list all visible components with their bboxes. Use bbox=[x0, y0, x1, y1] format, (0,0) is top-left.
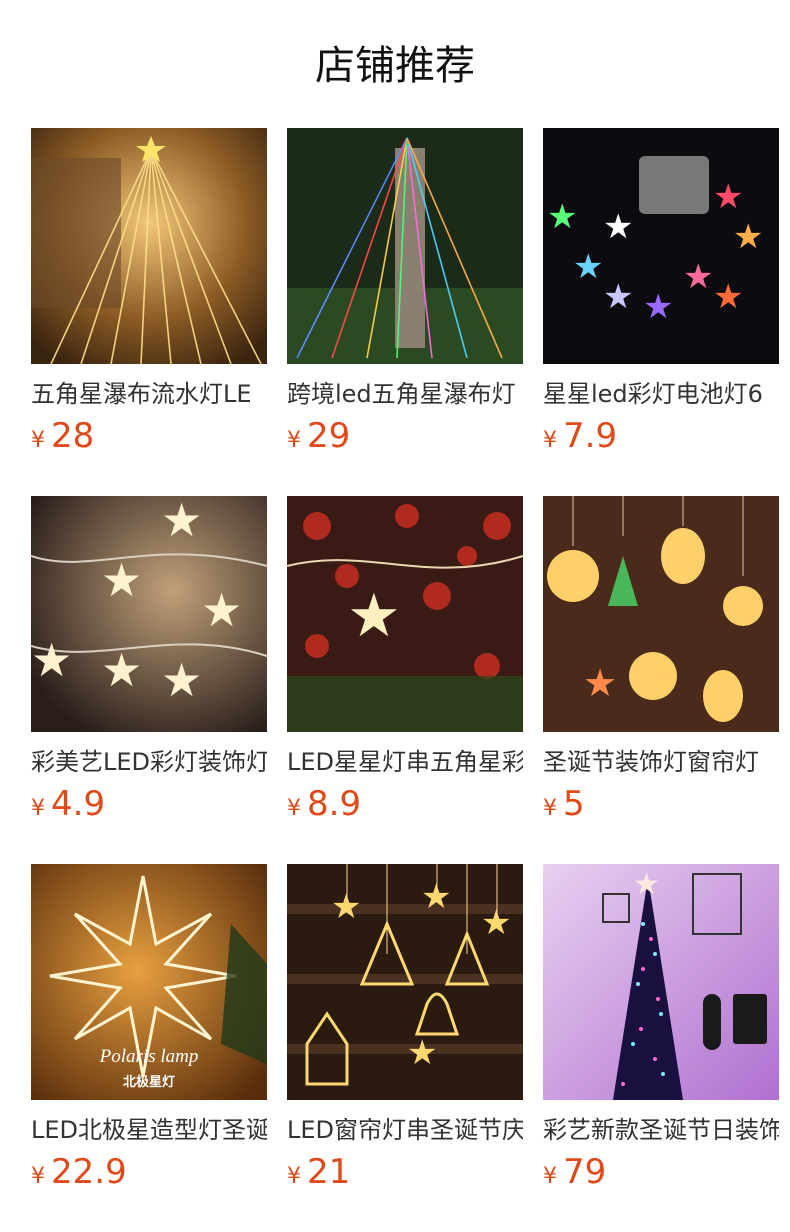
product-name[interactable]: LED北极星造型灯圣诞 bbox=[31, 1114, 267, 1146]
product-name[interactable]: LED窗帘灯串圣诞节庆 bbox=[287, 1114, 523, 1146]
product-price: ¥28 bbox=[31, 416, 267, 456]
product-card[interactable]: Polaris lamp 北极星灯 LED北极星造型灯圣诞 ¥22.9 bbox=[31, 864, 267, 1192]
image-caption: Polaris lamp bbox=[99, 1046, 199, 1067]
price-value: 28 bbox=[51, 416, 95, 456]
product-card[interactable]: ★ ★ ★ ★ LED窗帘灯串圣诞节庆 ¥21 bbox=[287, 864, 523, 1192]
svg-text:★: ★ bbox=[31, 633, 72, 687]
svg-text:★: ★ bbox=[101, 643, 142, 697]
product-name[interactable]: 彩艺新款圣诞节日装饰 bbox=[543, 1114, 779, 1146]
currency-symbol: ¥ bbox=[287, 428, 301, 453]
product-name[interactable]: LED星星灯串五角星彩 bbox=[287, 746, 523, 778]
svg-text:★: ★ bbox=[713, 177, 743, 217]
currency-symbol: ¥ bbox=[31, 428, 45, 453]
svg-text:★: ★ bbox=[331, 887, 361, 927]
product-image[interactable]: ★ bbox=[543, 864, 779, 1100]
svg-text:★: ★ bbox=[407, 1033, 437, 1073]
price-value: 22.9 bbox=[51, 1152, 127, 1192]
currency-symbol: ¥ bbox=[543, 796, 557, 821]
svg-text:★: ★ bbox=[643, 287, 673, 327]
product-image[interactable] bbox=[287, 128, 523, 364]
product-card[interactable]: ★ 圣诞节装饰灯窗帘灯 ¥5 bbox=[543, 496, 779, 824]
product-card[interactable]: ★ ★ ★ ★ ★ ★ ★ ★ ★ 星星led彩灯电池灯6 ¥7.9 bbox=[543, 128, 779, 456]
svg-text:★: ★ bbox=[481, 903, 511, 943]
product-card[interactable]: ★ ★ ★ ★ ★ ★ 彩美艺LED彩灯装饰灯 ¥4.9 bbox=[31, 496, 267, 824]
svg-text:★: ★ bbox=[547, 197, 577, 237]
product-name[interactable]: 五角星瀑布流水灯LE bbox=[31, 378, 267, 410]
product-price: ¥21 bbox=[287, 1152, 523, 1192]
price-value: 29 bbox=[307, 416, 351, 456]
product-image[interactable]: ★ bbox=[543, 496, 779, 732]
svg-text:★: ★ bbox=[161, 496, 202, 547]
product-price: ¥8.9 bbox=[287, 784, 523, 824]
product-price: ¥79 bbox=[543, 1152, 779, 1192]
price-value: 5 bbox=[563, 784, 585, 824]
currency-symbol: ¥ bbox=[31, 1164, 45, 1189]
product-price: ¥22.9 bbox=[31, 1152, 267, 1192]
svg-text:★: ★ bbox=[603, 277, 633, 317]
product-image[interactable]: ★ ★ ★ ★ bbox=[287, 864, 523, 1100]
currency-symbol: ¥ bbox=[287, 1164, 301, 1189]
product-name[interactable]: 跨境led五角星瀑布灯 bbox=[287, 378, 523, 410]
product-card[interactable]: 跨境led五角星瀑布灯 ¥29 bbox=[287, 128, 523, 456]
product-name[interactable]: 彩美艺LED彩灯装饰灯 bbox=[31, 746, 267, 778]
product-card[interactable]: ★ LED星星灯串五角星彩 ¥8.9 bbox=[287, 496, 523, 824]
product-name[interactable]: 星星led彩灯电池灯6 bbox=[543, 378, 779, 410]
svg-text:★: ★ bbox=[573, 247, 603, 287]
product-card[interactable]: ★ 彩艺新款圣诞节日装饰 ¥79 bbox=[543, 864, 779, 1192]
product-image[interactable]: Polaris lamp 北极星灯 bbox=[31, 864, 267, 1100]
svg-text:★: ★ bbox=[583, 661, 617, 705]
svg-text:★: ★ bbox=[347, 581, 401, 651]
svg-text:★: ★ bbox=[713, 277, 743, 317]
page-title: 店铺推荐 bbox=[315, 43, 475, 89]
svg-text:★: ★ bbox=[161, 653, 202, 707]
image-caption: 北极星灯 bbox=[123, 1074, 175, 1090]
price-value: 7.9 bbox=[563, 416, 618, 456]
svg-text:★: ★ bbox=[101, 553, 142, 607]
svg-text:★: ★ bbox=[201, 583, 242, 637]
price-value: 79 bbox=[563, 1152, 607, 1192]
product-image[interactable]: ★ ★ ★ ★ ★ ★ bbox=[31, 496, 267, 732]
price-value: 4.9 bbox=[51, 784, 106, 824]
svg-text:★: ★ bbox=[733, 217, 763, 257]
price-value: 21 bbox=[307, 1152, 351, 1192]
product-card[interactable]: 五角星瀑布流水灯LE ¥28 bbox=[31, 128, 267, 456]
currency-symbol: ¥ bbox=[543, 1164, 557, 1189]
svg-text:★: ★ bbox=[421, 877, 451, 917]
product-name[interactable]: 圣诞节装饰灯窗帘灯 bbox=[543, 746, 779, 778]
product-price: ¥29 bbox=[287, 416, 523, 456]
product-image[interactable]: ★ ★ ★ ★ ★ ★ ★ ★ ★ bbox=[543, 128, 779, 364]
currency-symbol: ¥ bbox=[287, 796, 301, 821]
product-price: ¥5 bbox=[543, 784, 779, 824]
svg-text:★: ★ bbox=[683, 257, 713, 297]
product-price: ¥7.9 bbox=[543, 416, 779, 456]
product-image[interactable] bbox=[31, 128, 267, 364]
product-image[interactable]: ★ bbox=[287, 496, 523, 732]
currency-symbol: ¥ bbox=[543, 428, 557, 453]
price-value: 8.9 bbox=[307, 784, 362, 824]
currency-symbol: ¥ bbox=[31, 796, 45, 821]
product-price: ¥4.9 bbox=[31, 784, 267, 824]
svg-text:★: ★ bbox=[633, 867, 660, 902]
svg-text:★: ★ bbox=[603, 207, 633, 247]
